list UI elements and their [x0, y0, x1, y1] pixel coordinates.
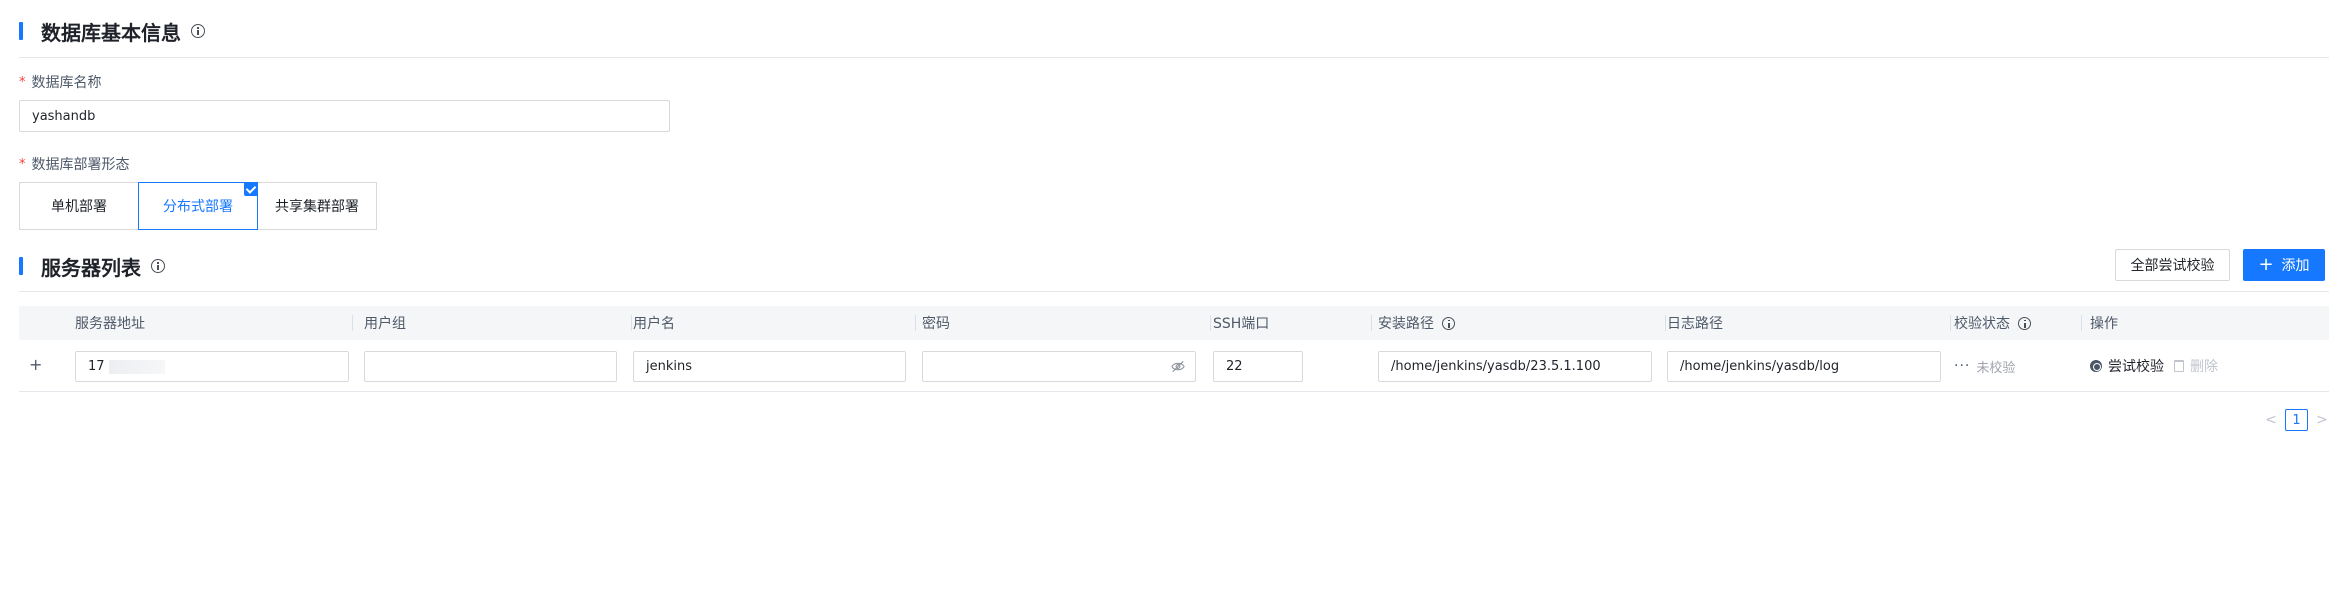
deploy-mode-radio-group: 单机部署 分布式部署 共享集群部署 — [19, 182, 377, 230]
deploy-option-distributed[interactable]: 分布式部署 — [138, 182, 258, 230]
required-mark: * — [19, 156, 26, 172]
section-divider — [19, 57, 2329, 58]
verify-icon[interactable] — [2090, 360, 2102, 372]
column-header-address: 服务器地址 — [75, 316, 145, 332]
column-header-username: 用户名 — [633, 316, 675, 332]
column-header-actions: 操作 — [2090, 316, 2118, 332]
redacted-address-mask — [108, 359, 165, 374]
deploy-option-standalone[interactable]: 单机部署 — [19, 182, 139, 230]
section-accent-bar — [19, 22, 23, 40]
expand-row-icon[interactable]: + — [29, 355, 42, 374]
required-mark: * — [19, 74, 26, 90]
status-dots-icon: ··· — [1954, 358, 1971, 374]
column-header-install-path: 安装路径 — [1378, 306, 1455, 340]
verify-status: ··· 未校验 — [1954, 358, 2016, 376]
password-input[interactable] — [922, 351, 1196, 382]
server-table-header: 服务器地址 用户组 用户名 密码 SSH端口 安装路径 日志路径 校验状态 操作 — [19, 306, 2329, 340]
info-icon[interactable] — [2018, 316, 2031, 330]
add-server-button[interactable]: + 添加 — [2243, 249, 2325, 281]
info-icon[interactable] — [191, 24, 205, 38]
column-header-status: 校验状态 — [1954, 306, 2031, 340]
server-address-input[interactable]: 17 — [75, 351, 349, 382]
prev-page-button[interactable]: < — [2261, 409, 2281, 431]
trash-icon — [2174, 360, 2184, 372]
info-icon[interactable] — [1442, 316, 1455, 330]
column-header-password: 密码 — [922, 316, 950, 332]
plus-icon: + — [2258, 254, 2274, 275]
basic-info-header: 数据库基本信息 — [19, 16, 205, 46]
db-name-input[interactable]: yashandb — [19, 100, 670, 132]
row-actions: 尝试校验 删除 — [2090, 353, 2218, 379]
section-divider — [19, 291, 2329, 292]
eye-off-icon[interactable] — [1171, 360, 1185, 373]
section-accent-bar — [19, 257, 23, 275]
next-page-button[interactable]: > — [2312, 409, 2332, 431]
username-input[interactable]: jenkins — [633, 351, 906, 382]
check-icon — [244, 182, 258, 196]
basic-info-title: 数据库基本信息 — [41, 20, 181, 45]
user-group-input[interactable] — [364, 351, 617, 382]
column-header-group: 用户组 — [364, 316, 406, 332]
delete-button[interactable]: 删除 — [2190, 356, 2218, 376]
install-path-input[interactable]: /home/jenkins/yasdb/23.5.1.100 — [1378, 351, 1652, 382]
pagination: < 1 > — [2261, 409, 2332, 431]
column-header-log-path: 日志路径 — [1667, 316, 1723, 332]
deploy-option-shared-cluster[interactable]: 共享集群部署 — [257, 182, 377, 230]
table-row: + 17 jenkins 22 /home/jenkins/yasdb/23.5… — [19, 340, 2329, 392]
column-header-ssh-port: SSH端口 — [1213, 316, 1270, 332]
db-name-label: * 数据库名称 — [19, 74, 102, 92]
server-list-title: 服务器列表 — [41, 255, 141, 280]
verify-all-button[interactable]: 全部尝试校验 — [2115, 249, 2230, 281]
page-number-1[interactable]: 1 — [2285, 409, 2308, 431]
deploy-mode-label: * 数据库部署形态 — [19, 156, 130, 174]
log-path-input[interactable]: /home/jenkins/yasdb/log — [1667, 351, 1941, 382]
try-verify-button[interactable]: 尝试校验 — [2108, 356, 2164, 376]
info-icon[interactable] — [151, 259, 165, 273]
ssh-port-input[interactable]: 22 — [1213, 351, 1303, 382]
server-list-header: 服务器列表 — [19, 251, 165, 281]
